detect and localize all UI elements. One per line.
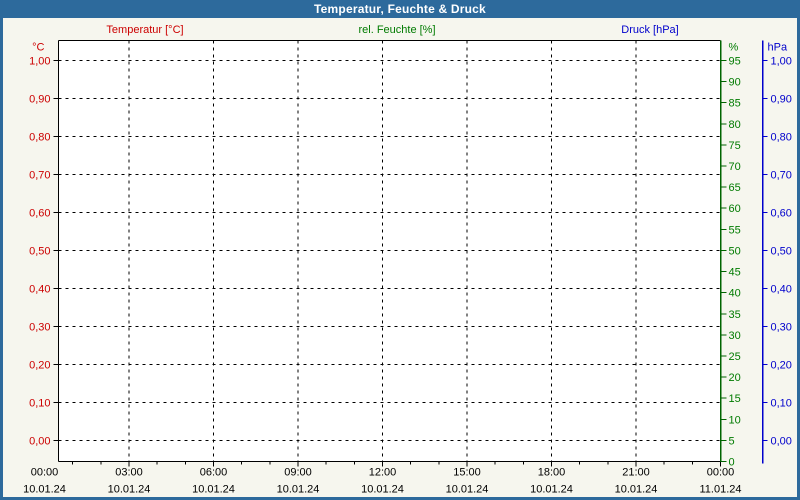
x-date-label: 10.01.24 [277, 484, 320, 496]
pressure-tick-label: 0,80 [771, 132, 792, 144]
pressure-unit-label: hPa [768, 42, 788, 54]
pressure-tick-label: 0,60 [771, 208, 792, 220]
humidity-tick-label: 45 [729, 267, 741, 279]
window-title: Temperatur, Feuchte & Druck [314, 2, 486, 16]
humidity-tick-label: 30 [729, 330, 741, 342]
pressure-tick-label: 0,30 [771, 322, 792, 334]
humidity-tick-label: 20 [729, 372, 741, 384]
temperature-tick-label: 1,00 [29, 56, 50, 68]
temperature-tick-label: 0,90 [29, 94, 50, 106]
x-date-label: 10.01.24 [361, 484, 404, 496]
humidity-tick-label: 80 [729, 119, 741, 131]
temperature-tick-label: 0,10 [29, 398, 50, 410]
x-time-label: 00:00 [31, 467, 59, 479]
temperature-tick-label: 0,30 [29, 322, 50, 334]
temperature-tick-label: 0,00 [29, 436, 50, 448]
humidity-unit-label: % [729, 42, 739, 54]
x-time-label: 21:00 [622, 467, 650, 479]
humidity-tick-label: 65 [729, 182, 741, 194]
temperature-tick-label: 0,40 [29, 284, 50, 296]
x-date-label: 10.01.24 [23, 484, 66, 496]
humidity-tick-label: 95 [729, 56, 741, 68]
pressure-tick-label: 0,40 [771, 284, 792, 296]
temperature-tick-label: 0,60 [29, 208, 50, 220]
humidity-tick-label: 50 [729, 245, 741, 257]
temperature-unit-label: °C [32, 42, 44, 54]
humidity-tick-label: 35 [729, 309, 741, 321]
x-date-label: 10.01.24 [615, 484, 658, 496]
x-date-label: 11.01.24 [699, 484, 741, 496]
x-date-label: 10.01.24 [192, 484, 235, 496]
humidity-tick-label: 75 [729, 140, 741, 152]
chart-canvas: 1,00 1,00 0,90 0,90 0,80 0,80 0,70 0,70 0,60 0,60… [23, 40, 792, 496]
x-time-label: 03:00 [115, 467, 143, 479]
humidity-tick-label: 85 [729, 98, 741, 110]
temperature-tick-label: 0,80 [29, 132, 50, 144]
x-time-label: 06:00 [200, 467, 228, 479]
humidity-tick-label: 25 [729, 351, 741, 363]
humidity-tick-label: 0 [729, 457, 735, 469]
humidity-tick-label: 5 [729, 435, 735, 447]
pressure-tick-label: 0,50 [771, 246, 792, 258]
pressure-tick-label: 0,20 [771, 360, 792, 372]
x-date-label: 10.01.24 [446, 484, 489, 496]
pressure-tick-label: 0,00 [771, 436, 792, 448]
humidity-tick-label: 60 [729, 203, 741, 215]
x-time-label: 18:00 [538, 467, 566, 479]
humidity-tick-label: 40 [729, 288, 741, 300]
pressure-tick-label: 0,90 [771, 94, 792, 106]
temperature-tick-label: 0,70 [29, 170, 50, 182]
humidity-tick-label: 55 [729, 224, 741, 236]
x-time-label: 15:00 [453, 467, 481, 479]
temperature-tick-label: 0,50 [29, 246, 50, 258]
chart-window: Temperatur, Feuchte & Druck Temperatur [… [0, 0, 800, 500]
chart-content: Temperatur [°C] rel. Feuchte [%] Druck [… [3, 18, 797, 497]
pressure-tick-label: 0,10 [771, 398, 792, 410]
pressure-tick-label: 0,70 [771, 170, 792, 182]
window-titlebar: Temperatur, Feuchte & Druck [0, 0, 800, 18]
temperature-tick-label: 0,20 [29, 360, 50, 372]
x-date-label: 10.01.24 [530, 484, 573, 496]
pressure-tick-label: 1,00 [771, 56, 792, 68]
x-date-label: 10.01.24 [108, 484, 151, 496]
x-time-label: 09:00 [284, 467, 312, 479]
humidity-tick-label: 70 [729, 161, 741, 173]
x-time-label: 12:00 [369, 467, 397, 479]
humidity-tick-label: 15 [729, 393, 741, 405]
humidity-tick-label: 90 [729, 77, 741, 89]
humidity-tick-label: 10 [729, 414, 741, 426]
